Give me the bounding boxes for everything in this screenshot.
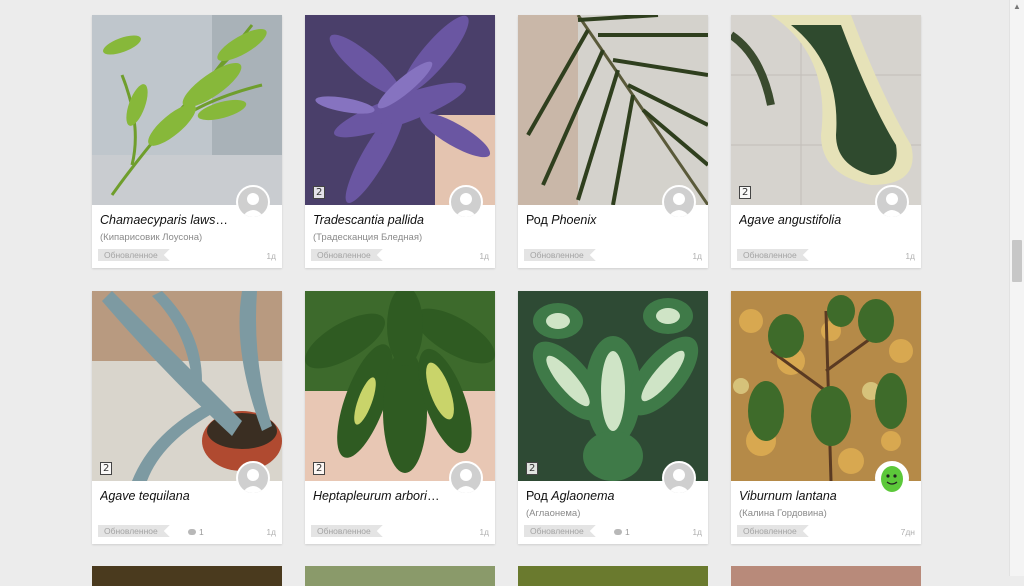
- plant-subtitle: (Аглаонема): [526, 508, 581, 519]
- photo-count-badge: 2: [739, 186, 752, 199]
- plant-title[interactable]: Viburnum lantana: [739, 489, 869, 503]
- user-avatar-icon[interactable]: [662, 185, 696, 219]
- plant-photo[interactable]: [305, 15, 495, 205]
- status-tag: Обновленное: [311, 249, 383, 261]
- user-avatar-icon[interactable]: [449, 185, 483, 219]
- plant-photo[interactable]: [92, 291, 282, 481]
- status-tag: Обновленное: [311, 525, 383, 537]
- age-label: 1д: [692, 251, 702, 261]
- age-label: 1д: [266, 251, 276, 261]
- plant-photo[interactable]: [731, 15, 921, 205]
- plant-title[interactable]: Род Aglaonema: [526, 489, 656, 503]
- user-avatar-icon[interactable]: [875, 185, 909, 219]
- plant-card[interactable]: 2 Род Aglaonema (Аглаонема) Обновленное …: [518, 291, 708, 544]
- comment-counter[interactable]: 1: [188, 527, 204, 537]
- age-label: 7дн: [900, 527, 915, 537]
- plant-card-partial[interactable]: [305, 566, 495, 586]
- plant-subtitle: (Кипарисовик Лоусона): [100, 232, 203, 243]
- user-avatar-icon[interactable]: [236, 185, 270, 219]
- plant-photo[interactable]: [518, 291, 708, 481]
- plant-card-grid: Chamaecyparis lawsoni... (Кипарисовик Ло…: [0, 0, 1010, 586]
- plant-card-partial[interactable]: [518, 566, 708, 586]
- scroll-up-arrow-icon[interactable]: ▲: [1010, 0, 1024, 14]
- age-label: 1д: [479, 527, 489, 537]
- plant-card[interactable]: 2 Agave angustifolia Обновленное 1д: [731, 15, 921, 268]
- user-avatar-icon[interactable]: [236, 461, 270, 495]
- plant-subtitle: (Традесканция Бледная): [313, 232, 423, 243]
- photo-count-badge: 2: [313, 462, 326, 475]
- plant-subtitle: (Калина Гордовина): [739, 508, 827, 519]
- plant-photo[interactable]: [518, 15, 708, 205]
- comment-bubble-icon: [614, 529, 622, 535]
- plant-card[interactable]: Род Phoenix Обновленное 1д: [518, 15, 708, 268]
- vertical-scrollbar[interactable]: ▲: [1009, 0, 1024, 576]
- plant-title[interactable]: Tradescantia pallida: [313, 213, 443, 227]
- status-tag: Обновленное: [98, 249, 170, 261]
- scrollbar-thumb[interactable]: [1012, 240, 1022, 282]
- comment-count: 1: [199, 527, 204, 537]
- plant-card[interactable]: Viburnum lantana (Калина Гордовина) Обно…: [731, 291, 921, 544]
- status-tag: Обновленное: [737, 525, 809, 537]
- photo-count-badge: 2: [526, 462, 539, 475]
- plant-title[interactable]: Chamaecyparis lawsoni...: [100, 213, 230, 227]
- comment-count: 1: [625, 527, 630, 537]
- plant-title[interactable]: Heptapleurum arboricola: [313, 489, 443, 503]
- status-tag: Обновленное: [737, 249, 809, 261]
- user-avatar-icon[interactable]: [449, 461, 483, 495]
- plant-card[interactable]: Chamaecyparis lawsoni... (Кипарисовик Ло…: [92, 15, 282, 268]
- photo-count-badge: 2: [100, 462, 113, 475]
- plant-title[interactable]: Agave tequilana: [100, 489, 230, 503]
- plant-photo[interactable]: [92, 15, 282, 205]
- plant-title[interactable]: Род Phoenix: [526, 213, 656, 227]
- plant-title[interactable]: Agave angustifolia: [739, 213, 869, 227]
- status-tag: Обновленное: [524, 249, 596, 261]
- plant-card-partial[interactable]: [731, 566, 921, 586]
- age-label: 1д: [905, 251, 915, 261]
- user-avatar-icon[interactable]: [662, 461, 696, 495]
- age-label: 1д: [692, 527, 702, 537]
- plant-card[interactable]: 2 Tradescantia pallida (Традесканция Бле…: [305, 15, 495, 268]
- plant-card[interactable]: 2 Heptapleurum arboricola Обновленное 1д: [305, 291, 495, 544]
- status-tag: Обновленное: [98, 525, 170, 537]
- comment-bubble-icon: [188, 529, 196, 535]
- age-label: 1д: [266, 527, 276, 537]
- status-tag: Обновленное: [524, 525, 596, 537]
- comment-counter[interactable]: 1: [614, 527, 630, 537]
- age-label: 1д: [479, 251, 489, 261]
- plant-card-partial[interactable]: [92, 566, 282, 586]
- plant-photo[interactable]: [731, 291, 921, 481]
- photo-count-badge: 2: [313, 186, 326, 199]
- plant-card[interactable]: 2 Agave tequilana Обновленное 1 1д: [92, 291, 282, 544]
- plant-photo[interactable]: [305, 291, 495, 481]
- user-avatar-icon[interactable]: [875, 461, 909, 495]
